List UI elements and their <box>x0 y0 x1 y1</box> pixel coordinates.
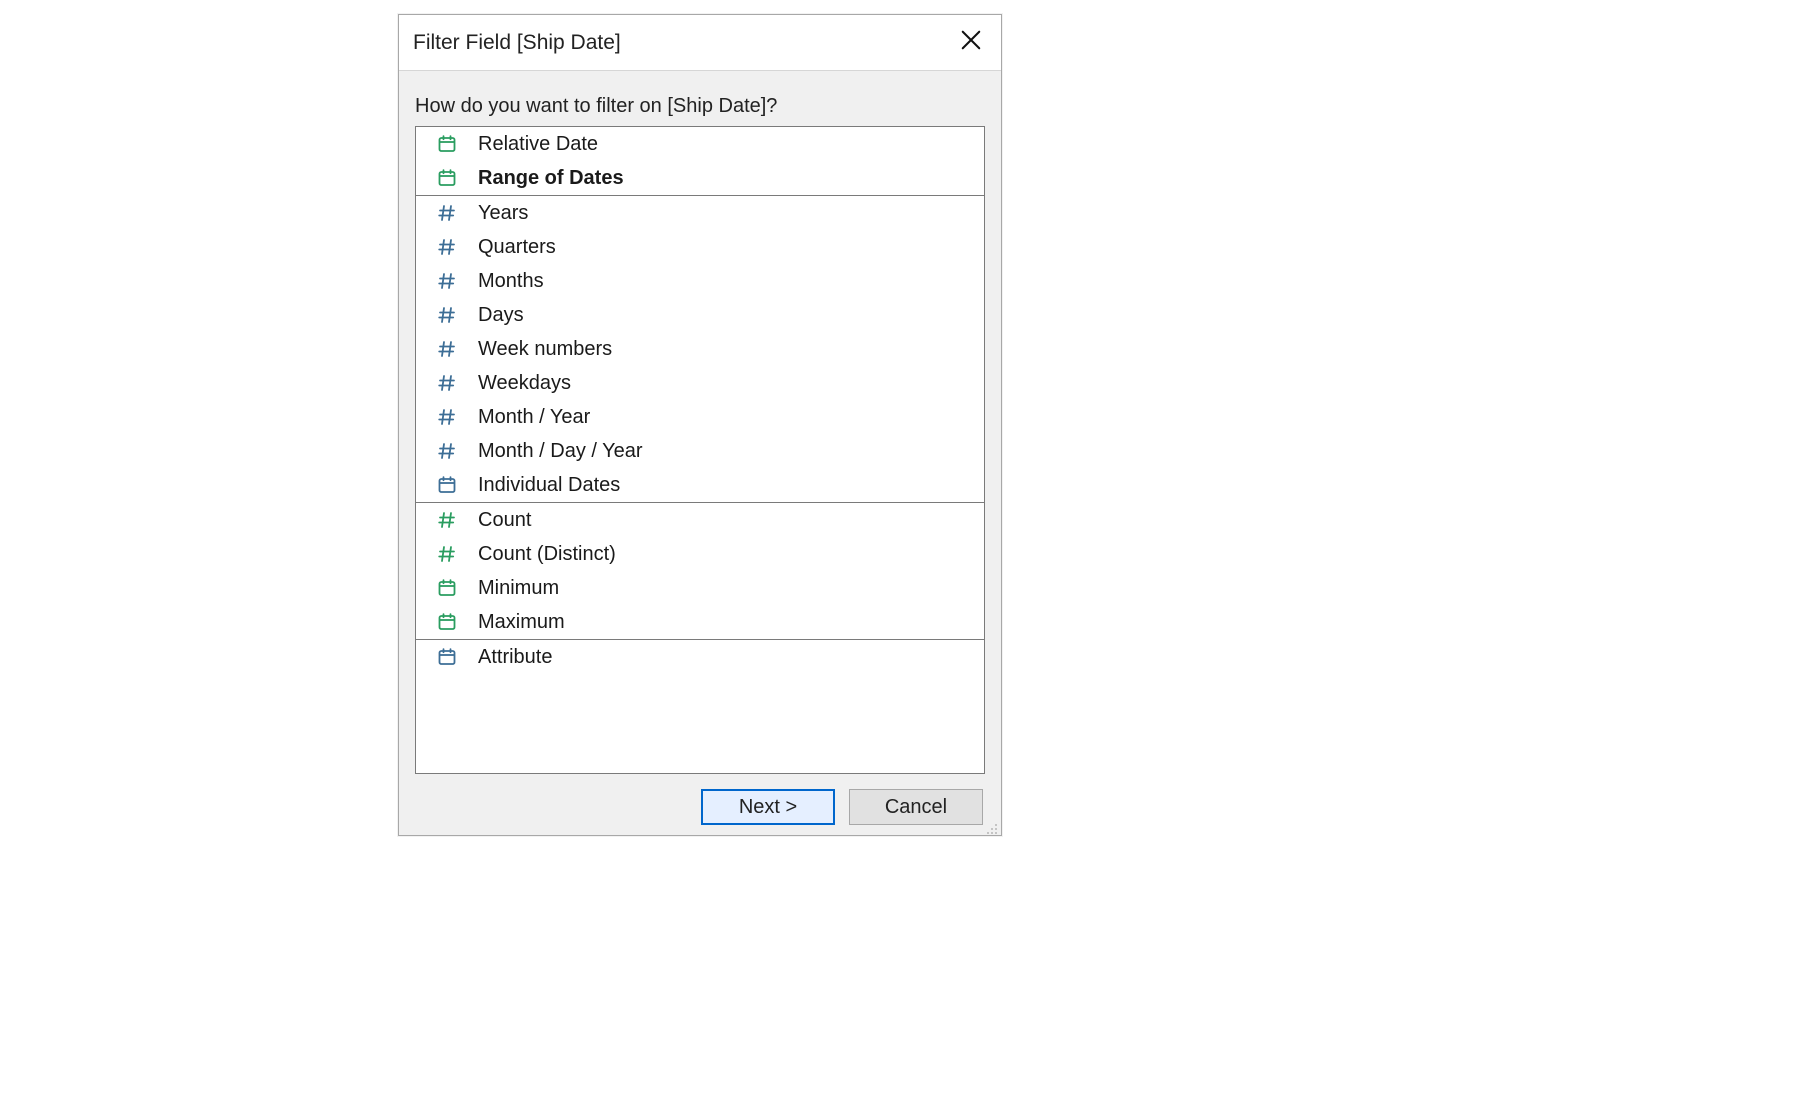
titlebar: Filter Field [Ship Date] <box>399 15 1001 71</box>
option-maximum[interactable]: Maximum <box>416 605 984 639</box>
option-week-numbers[interactable]: Week numbers <box>416 332 984 366</box>
option-label: Maximum <box>478 611 565 634</box>
option-label: Range of Dates <box>478 167 624 190</box>
dialog-title: Filter Field [Ship Date] <box>413 31 949 55</box>
option-label: Month / Day / Year <box>478 440 643 463</box>
option-relative-date[interactable]: Relative Date <box>416 127 984 161</box>
option-label: Days <box>478 304 524 327</box>
option-individual-dates[interactable]: Individual Dates <box>416 468 984 502</box>
hash-icon <box>434 271 460 291</box>
option-label: Months <box>478 270 544 293</box>
hash-icon <box>434 441 460 461</box>
option-label: Individual Dates <box>478 474 620 497</box>
option-label: Count (Distinct) <box>478 543 616 566</box>
option-label: Quarters <box>478 236 556 259</box>
option-label: Weekdays <box>478 372 571 395</box>
next-button[interactable]: Next > <box>701 789 835 825</box>
option-label: Attribute <box>478 646 552 669</box>
prompt-label: How do you want to filter on [Ship Date]… <box>415 95 985 118</box>
option-section: Count Count (Distinct) Minimum Maximum <box>416 502 984 639</box>
option-attribute[interactable]: Attribute <box>416 640 984 674</box>
dialog-footer: Next > Cancel <box>701 789 983 825</box>
hash-icon <box>434 305 460 325</box>
filter-field-dialog: Filter Field [Ship Date] How do you want… <box>398 14 1002 836</box>
hash-icon <box>434 407 460 427</box>
option-weekdays[interactable]: Weekdays <box>416 366 984 400</box>
option-section: Years Quarters Months Days Week numbers … <box>416 195 984 502</box>
option-section: Attribute <box>416 639 984 674</box>
close-icon <box>960 29 982 57</box>
close-button[interactable] <box>949 21 993 65</box>
cancel-button[interactable]: Cancel <box>849 789 983 825</box>
option-minimum[interactable]: Minimum <box>416 571 984 605</box>
option-month-year[interactable]: Month / Year <box>416 400 984 434</box>
calendar-icon <box>434 647 460 667</box>
option-years[interactable]: Years <box>416 196 984 230</box>
filter-options-list[interactable]: Relative Date Range of Dates Years Quart… <box>415 126 985 774</box>
hash-icon <box>434 510 460 530</box>
option-count-distinct[interactable]: Count (Distinct) <box>416 537 984 571</box>
calendar-icon <box>434 475 460 495</box>
option-label: Relative Date <box>478 133 598 156</box>
hash-icon <box>434 203 460 223</box>
option-label: Week numbers <box>478 338 612 361</box>
option-section: Relative Date Range of Dates <box>416 127 984 195</box>
resize-grip[interactable] <box>984 818 998 832</box>
dialog-body: How do you want to filter on [Ship Date]… <box>399 71 1001 784</box>
calendar-icon <box>434 612 460 632</box>
option-days[interactable]: Days <box>416 298 984 332</box>
option-label: Count <box>478 509 531 532</box>
option-label: Minimum <box>478 577 559 600</box>
option-month-day-year[interactable]: Month / Day / Year <box>416 434 984 468</box>
hash-icon <box>434 544 460 564</box>
option-label: Month / Year <box>478 406 590 429</box>
calendar-icon <box>434 134 460 154</box>
hash-icon <box>434 373 460 393</box>
hash-icon <box>434 339 460 359</box>
option-count[interactable]: Count <box>416 503 984 537</box>
option-label: Years <box>478 202 528 225</box>
option-months[interactable]: Months <box>416 264 984 298</box>
calendar-icon <box>434 578 460 598</box>
option-quarters[interactable]: Quarters <box>416 230 984 264</box>
option-range-of-dates[interactable]: Range of Dates <box>416 161 984 195</box>
hash-icon <box>434 237 460 257</box>
calendar-icon <box>434 168 460 188</box>
